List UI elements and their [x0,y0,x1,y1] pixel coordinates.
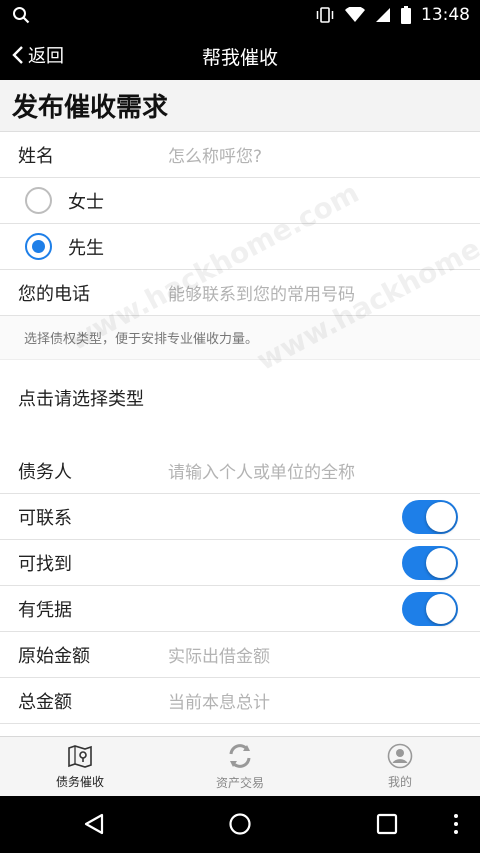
debtor-label: 债务人 [18,461,72,483]
tab-mine[interactable]: 我的 [320,737,480,796]
phone-input[interactable]: 能够联系到您的常用号码 [168,280,355,305]
signal-icon [376,8,390,22]
findable-label: 可找到 [18,553,72,575]
name-label: 姓名 [18,145,54,167]
back-triangle-icon[interactable] [82,812,106,836]
orig-amount-input[interactable]: 实际出借金额 [168,642,270,667]
findable-toggle[interactable] [402,546,458,580]
tab-asset-trade[interactable]: 资产交易 [160,737,320,796]
battery-icon [401,6,411,24]
total-amount-input[interactable]: 当前本息总计 [168,688,270,713]
toggle-knob [426,548,456,578]
orig-amount-row[interactable]: 原始金额 实际出借金额 [0,632,480,678]
phone-row[interactable]: 您的电话 能够联系到您的常用号码 [0,270,480,316]
radio-male[interactable] [25,233,52,260]
map-pin-icon [68,745,92,768]
status-bar: 13:48 [0,0,480,30]
toggle-row-contactable: 可联系 [0,494,480,540]
debtor-input[interactable]: 请输入个人或单位的全称 [168,458,355,483]
tab-label: 我的 [387,775,412,789]
vibrate-icon [316,7,334,23]
tab-label: 资产交易 [215,776,264,790]
form-content[interactable]: 发布催收需求 姓名 怎么称呼您? 女士 先生 您的电话 能够联系到您的常用号码 … [0,80,480,736]
name-row[interactable]: 姓名 怎么称呼您? [0,132,480,178]
radio-female-label: 女士 [68,191,104,213]
total-amount-label: 总金额 [18,691,72,713]
recents-square-icon[interactable] [375,812,399,836]
nav-bar: 返回 帮我催收 [0,30,480,80]
name-input[interactable]: 怎么称呼您? [168,142,262,167]
tab-label: 债务催收 [55,775,104,789]
status-time: 13:48 [421,5,470,25]
form-heading: 发布催收需求 [12,93,169,123]
orig-amount-label: 原始金额 [18,645,90,667]
type-hint: 选择债权类型，便于安排专业催收力量。 [0,316,480,360]
user-icon [387,743,413,769]
gender-option-female[interactable]: 女士 [0,178,480,224]
toggle-knob [426,594,456,624]
contactable-toggle[interactable] [402,500,458,534]
contactable-label: 可联系 [18,507,72,529]
toggle-row-evidence: 有凭据 [0,586,480,632]
more-vertical-icon[interactable] [452,812,460,836]
toggle-row-findable: 可找到 [0,540,480,586]
phone-label: 您的电话 [18,283,90,305]
toggle-knob [426,502,456,532]
type-select[interactable]: 点击请选择类型 [0,360,480,436]
total-amount-row[interactable]: 总金额 当前本息总计 [0,678,480,724]
section-header: 发布催收需求 [0,80,480,132]
refresh-icon [229,744,251,768]
debtor-row[interactable]: 债务人 请输入个人或单位的全称 [0,448,480,494]
radio-female[interactable] [25,187,52,214]
gender-option-male[interactable]: 先生 [0,224,480,270]
tab-debt-collection[interactable]: 债务催收 [0,737,160,796]
evidence-label: 有凭据 [18,599,72,621]
wifi-icon [345,7,365,22]
page-title: 帮我催收 [201,47,278,69]
tab-bar: 债务催收 资产交易 我的 [0,736,480,796]
radio-male-label: 先生 [68,237,104,259]
system-nav-bar [0,796,480,853]
search-icon [13,7,30,24]
home-circle-icon[interactable] [228,812,252,836]
evidence-toggle[interactable] [402,592,458,626]
